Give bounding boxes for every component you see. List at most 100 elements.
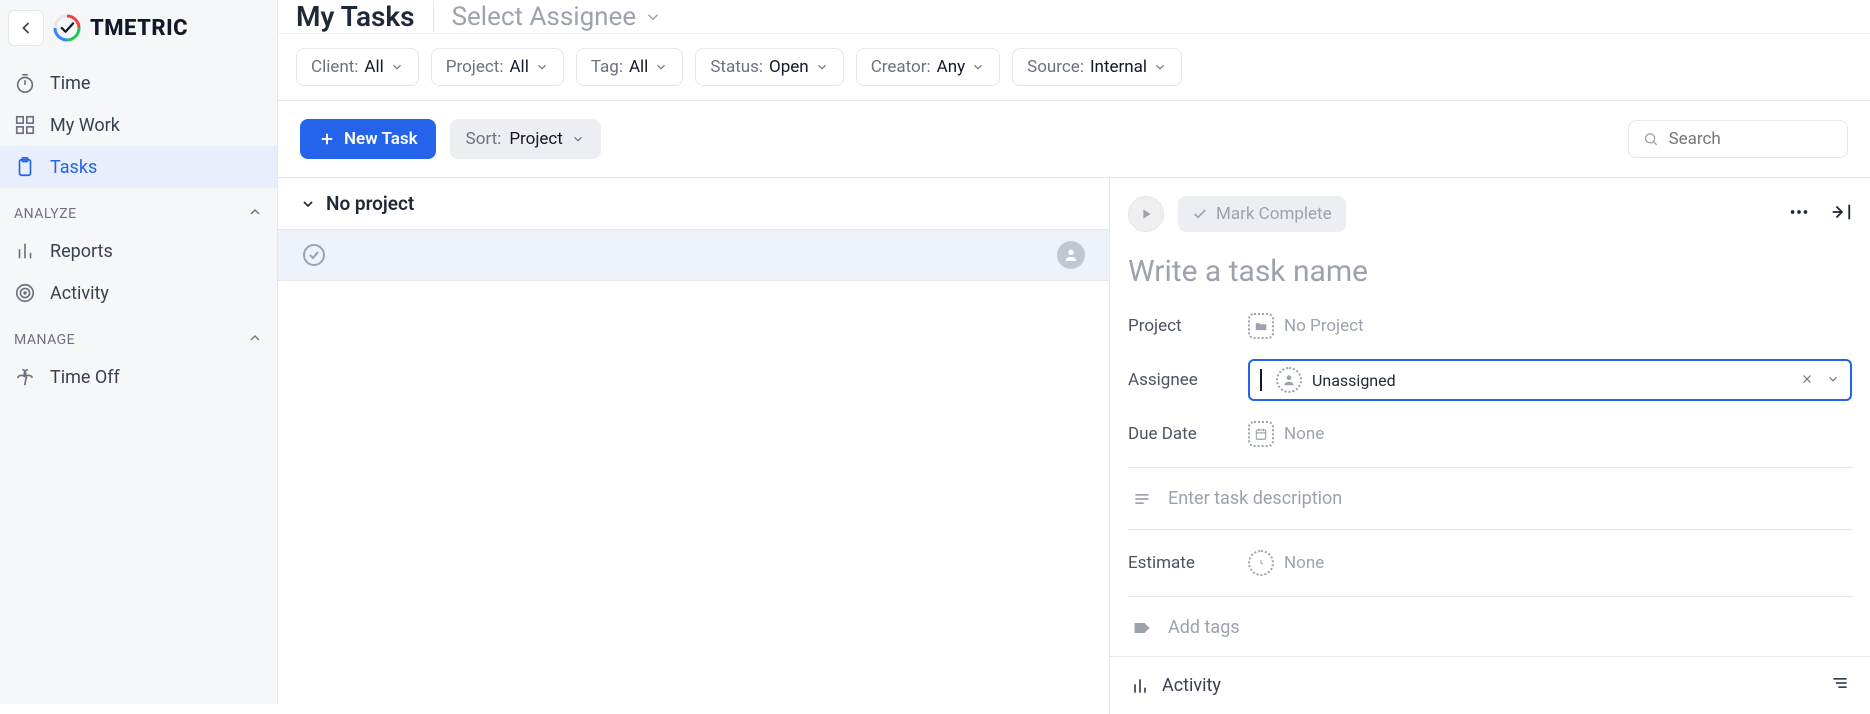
sidebar-item-label: Tasks <box>50 157 97 178</box>
field-label: Due Date <box>1128 424 1240 444</box>
chevron-up-icon <box>247 330 263 350</box>
tag-icon <box>1132 618 1152 638</box>
sidebar-item-my-work[interactable]: My Work <box>0 104 277 146</box>
separator <box>1128 529 1852 530</box>
task-row[interactable] <box>278 229 1109 281</box>
search-input[interactable] <box>1669 129 1833 149</box>
chevron-left-icon <box>16 18 36 38</box>
sort-value: Project <box>509 129 563 149</box>
due-date-value[interactable]: None <box>1248 421 1324 447</box>
check-circle-icon[interactable] <box>302 243 326 267</box>
collapse-panel-button[interactable] <box>1830 201 1852 227</box>
field-estimate: Estimate None <box>1110 540 1870 586</box>
task-detail: Mark Complete Write a task name Pr <box>1110 178 1870 714</box>
sidebar-header: TMETRIC <box>0 0 277 56</box>
calendar-icon <box>1248 421 1274 447</box>
mark-complete-button[interactable]: Mark Complete <box>1178 196 1346 232</box>
play-button[interactable] <box>1128 196 1164 232</box>
filter-status[interactable]: Status: Open <box>695 48 843 86</box>
filter-source[interactable]: Source: Internal <box>1012 48 1182 86</box>
filter-value: Any <box>937 57 966 77</box>
sidebar-item-time-off[interactable]: Time Off <box>0 356 277 398</box>
sidebar-item-label: Reports <box>50 241 113 262</box>
filter-client[interactable]: Client: All <box>296 48 419 86</box>
chevron-down-icon <box>815 60 829 74</box>
new-task-button[interactable]: New Task <box>300 119 436 159</box>
add-tags-label: Add tags <box>1168 617 1240 638</box>
estimate-value[interactable]: None <box>1248 550 1324 576</box>
filter-value: All <box>509 57 528 77</box>
bar-chart-icon <box>14 240 36 262</box>
sidebar-item-activity[interactable]: Activity <box>0 272 277 314</box>
sidebar-item-time[interactable]: Time <box>0 62 277 104</box>
nav: Time My Work Tasks ANALYZE Reports <box>0 56 277 404</box>
search-box[interactable] <box>1628 120 1848 158</box>
chevron-down-icon <box>971 60 985 74</box>
section-label: ANALYZE <box>14 206 77 222</box>
filter-value: Open <box>769 57 809 77</box>
chevron-down-icon <box>535 60 549 74</box>
filter-value: All <box>364 57 383 77</box>
filter-label: Status: <box>710 57 763 77</box>
detail-top-left: Mark Complete <box>1128 196 1346 232</box>
activity-sort-button[interactable] <box>1830 673 1850 698</box>
clock-icon <box>1248 550 1274 576</box>
chevron-down-icon <box>1153 60 1167 74</box>
dropdown-toggle[interactable] <box>1826 371 1840 390</box>
sidebar-item-label: Time Off <box>50 367 120 388</box>
filter-value: All <box>629 57 648 77</box>
content: No project <box>278 177 1870 714</box>
person-icon <box>1276 367 1302 393</box>
filter-creator[interactable]: Creator: Any <box>856 48 1000 86</box>
task-list: No project <box>278 178 1110 714</box>
detail-topbar: Mark Complete <box>1110 178 1870 240</box>
add-tags[interactable]: Add tags <box>1110 607 1870 648</box>
sidebar-item-reports[interactable]: Reports <box>0 230 277 272</box>
back-button[interactable] <box>8 10 44 46</box>
clear-button[interactable] <box>1800 371 1814 390</box>
bar-chart-icon <box>1130 676 1150 696</box>
sort-button[interactable]: Sort: Project <box>450 119 601 159</box>
assignee-value-text: Unassigned <box>1312 371 1396 390</box>
filter-label: Source: <box>1027 57 1084 77</box>
mark-complete-label: Mark Complete <box>1216 204 1332 224</box>
sidebar-item-tasks[interactable]: Tasks <box>0 146 277 188</box>
section-analyze[interactable]: ANALYZE <box>0 188 277 230</box>
assignee-select-label: Select Assignee <box>452 2 637 32</box>
collapse-right-icon <box>1830 201 1852 223</box>
field-label: Project <box>1128 316 1240 336</box>
title-separator <box>433 2 434 32</box>
main: My Tasks Select Assignee Client: All Pro… <box>278 0 1870 704</box>
section-label: MANAGE <box>14 332 75 348</box>
page-title: My Tasks <box>296 0 415 33</box>
due-date-text: None <box>1284 424 1324 444</box>
more-menu[interactable] <box>1788 201 1810 227</box>
filter-tag[interactable]: Tag: All <box>576 48 683 86</box>
chevron-down-icon <box>571 132 585 146</box>
chevron-up-icon <box>247 204 263 224</box>
section-manage[interactable]: MANAGE <box>0 314 277 356</box>
estimate-text: None <box>1284 553 1324 573</box>
sidebar-item-label: Time <box>50 73 90 94</box>
group-name: No project <box>326 192 414 215</box>
filter-label: Project: <box>446 57 504 77</box>
field-due-date: Due Date None <box>1110 411 1870 457</box>
new-task-label: New Task <box>344 129 418 149</box>
project-value[interactable]: No Project <box>1248 313 1364 339</box>
field-assignee: Assignee Unassigned <box>1110 349 1870 411</box>
chevron-down-icon <box>300 196 316 212</box>
assignee-select[interactable]: Select Assignee <box>452 2 663 32</box>
description-input[interactable]: Enter task description <box>1110 478 1870 519</box>
task-name-input[interactable]: Write a task name <box>1110 240 1870 303</box>
folder-icon <box>1248 313 1274 339</box>
logo: TMETRIC <box>52 13 188 43</box>
sort-label: Sort: <box>466 129 502 149</box>
filter-project[interactable]: Project: All <box>431 48 564 86</box>
group-header[interactable]: No project <box>278 178 1109 229</box>
avatar-icon <box>1057 241 1085 269</box>
project-value-text: No Project <box>1284 316 1364 336</box>
play-icon <box>1138 206 1154 222</box>
sidebar-item-label: Activity <box>50 283 109 304</box>
assignee-input[interactable]: Unassigned <box>1248 359 1852 401</box>
separator <box>1128 596 1852 597</box>
